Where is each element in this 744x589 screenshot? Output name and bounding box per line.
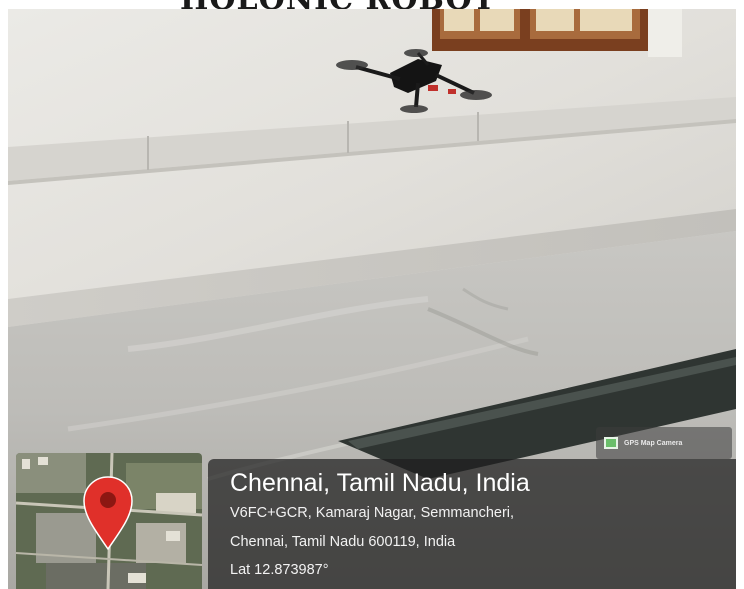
address-line-1: V6FC+GCR, Kamaraj Nagar, Semmancheri, bbox=[230, 505, 515, 521]
address-line-2: Chennai, Tamil Nadu 600119, India bbox=[230, 534, 456, 550]
gps-info-panel: Chennai, Tamil Nadu, India V6FC+GCR, Kam… bbox=[208, 459, 736, 589]
gps-badge-label: GPS Map Camera bbox=[624, 439, 683, 447]
latitude-text: Lat 12.873987° bbox=[230, 562, 329, 578]
gps-map-thumbnail bbox=[16, 453, 202, 589]
map-camera-icon bbox=[604, 437, 618, 449]
gps-map-camera-badge: GPS Map Camera bbox=[596, 427, 732, 459]
page-title: HOLONIC ROBOT bbox=[180, 0, 496, 9]
page-header: HOLONIC ROBOT bbox=[0, 0, 744, 9]
location-title: Chennai, Tamil Nadu, India bbox=[230, 469, 530, 497]
